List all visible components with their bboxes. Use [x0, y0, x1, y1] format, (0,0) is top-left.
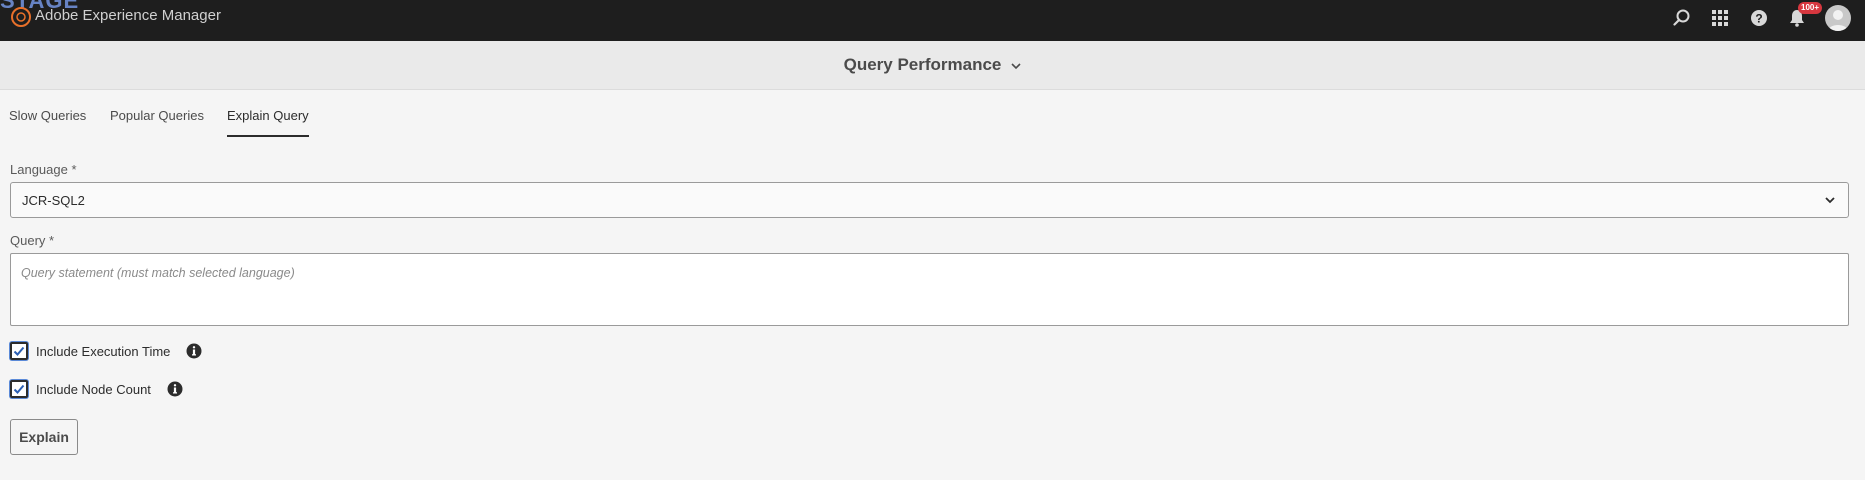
query-label: Query * [10, 233, 55, 248]
chevron-down-icon [1011, 55, 1021, 75]
language-label: Language * [10, 162, 77, 177]
brand-name[interactable]: Adobe Experience Manager [35, 7, 221, 24]
checkmark-icon [13, 384, 25, 394]
tab-popular-queries[interactable]: Popular Queries [110, 108, 204, 135]
explain-button[interactable]: Explain [10, 419, 78, 455]
notification-badge: 100+ [1798, 2, 1823, 14]
include-execution-time-checkbox[interactable] [10, 342, 28, 360]
avatar[interactable] [1825, 5, 1851, 31]
help-icon[interactable]: ? [1748, 7, 1770, 29]
svg-text:?: ? [1755, 12, 1762, 26]
top-shell-bar: STAGE Adobe Experience Manager ? 100+ [0, 0, 1865, 41]
include-execution-time-row: Include Execution Time [10, 342, 202, 360]
tab-explain-query[interactable]: Explain Query [227, 108, 309, 137]
include-node-count-checkbox[interactable] [10, 380, 28, 398]
language-value: JCR-SQL2 [22, 193, 85, 208]
page-title-dropdown[interactable]: Query Performance [844, 55, 1022, 75]
checkmark-icon [13, 346, 25, 356]
info-icon[interactable] [167, 381, 183, 397]
aem-logo-icon[interactable] [10, 6, 32, 28]
title-bar: Query Performance [0, 41, 1865, 90]
include-node-count-row: Include Node Count [10, 380, 183, 398]
info-icon[interactable] [186, 343, 202, 359]
search-icon[interactable] [1671, 7, 1693, 29]
tab-list: Slow Queries Popular Queries Explain Que… [0, 90, 1865, 142]
include-node-count-label[interactable]: Include Node Count [36, 382, 151, 397]
tab-slow-queries[interactable]: Slow Queries [9, 108, 86, 135]
chevron-down-icon [1824, 193, 1836, 211]
language-select[interactable]: JCR-SQL2 [10, 182, 1849, 218]
include-execution-time-label[interactable]: Include Execution Time [36, 344, 170, 359]
query-textarea[interactable] [10, 253, 1849, 326]
page-title: Query Performance [843, 55, 1002, 74]
apps-grid-icon[interactable] [1709, 7, 1731, 29]
